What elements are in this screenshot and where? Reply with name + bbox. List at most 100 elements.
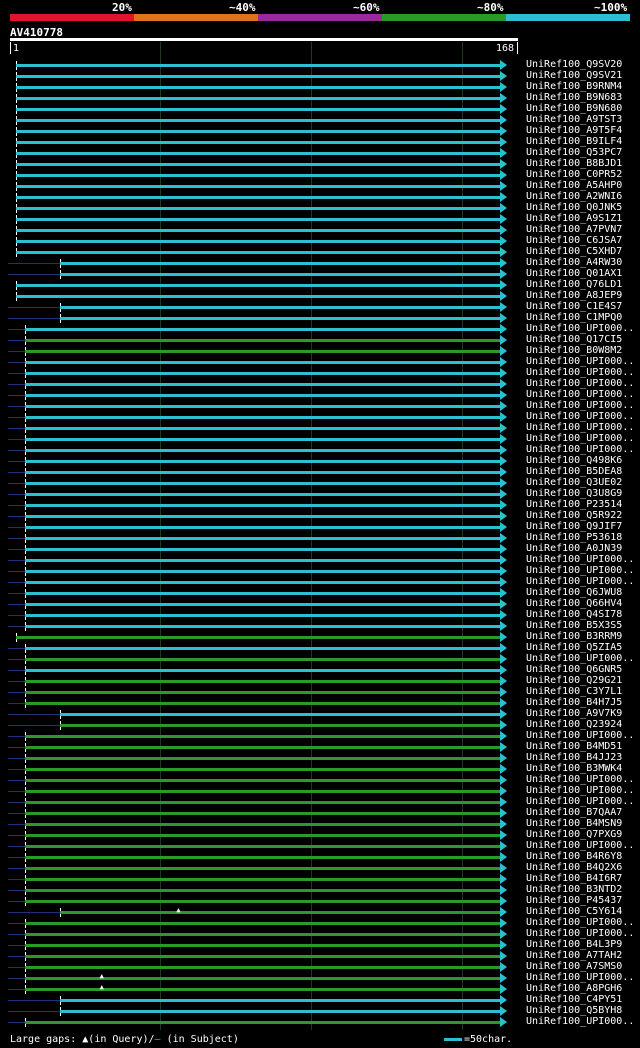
hit-name[interactable]: UniRef100_A8PGH6 bbox=[526, 983, 622, 994]
hit-name[interactable]: UniRef100_Q66HV4 bbox=[526, 598, 622, 609]
hit-name[interactable]: UniRef100_Q0JNK5 bbox=[526, 202, 622, 213]
hit-name[interactable]: UniRef100_C1E4S7 bbox=[526, 301, 622, 312]
alignment-bar[interactable] bbox=[24, 944, 501, 947]
hit-name[interactable]: UniRef100_Q01AX1 bbox=[526, 268, 622, 279]
alignment-bar[interactable] bbox=[24, 1021, 501, 1024]
hit-name[interactable]: UniRef100_Q6JWU8 bbox=[526, 587, 622, 598]
hit-name[interactable]: UniRef100_UPI000.. bbox=[526, 444, 634, 455]
alignment-bar[interactable] bbox=[24, 691, 501, 694]
alignment-bar[interactable] bbox=[24, 988, 501, 991]
alignment-bar[interactable] bbox=[60, 273, 501, 276]
alignment-bar[interactable] bbox=[24, 680, 501, 683]
alignment-bar[interactable] bbox=[24, 427, 501, 430]
alignment-bar[interactable] bbox=[16, 108, 501, 111]
alignment-bar[interactable] bbox=[24, 746, 501, 749]
alignment-bar[interactable] bbox=[24, 757, 501, 760]
alignment-bar[interactable] bbox=[16, 174, 501, 177]
alignment-bar[interactable] bbox=[24, 361, 501, 364]
hit-name[interactable]: UniRef100_B9ILF4 bbox=[526, 136, 622, 147]
hit-name[interactable]: UniRef100_A9TST3 bbox=[526, 114, 622, 125]
alignment-bar[interactable] bbox=[60, 999, 501, 1002]
hit-name[interactable]: UniRef100_A4RW30 bbox=[526, 257, 622, 268]
alignment-bar[interactable] bbox=[16, 240, 501, 243]
alignment-bar[interactable] bbox=[24, 559, 501, 562]
hit-name[interactable]: UniRef100_C0PR52 bbox=[526, 169, 622, 180]
alignment-bar[interactable] bbox=[24, 482, 501, 485]
hit-name[interactable]: UniRef100_UPI000.. bbox=[526, 367, 634, 378]
alignment-bar[interactable] bbox=[24, 823, 501, 826]
alignment-bar[interactable] bbox=[24, 614, 501, 617]
hit-name[interactable]: UniRef100_UPI000.. bbox=[526, 554, 634, 565]
alignment-bar[interactable] bbox=[60, 1010, 501, 1013]
hit-name[interactable]: UniRef100_Q3UE02 bbox=[526, 477, 622, 488]
alignment-bar[interactable] bbox=[24, 977, 501, 980]
alignment-bar[interactable] bbox=[24, 647, 501, 650]
hit-name[interactable]: UniRef100_A9V7K9 bbox=[526, 708, 622, 719]
alignment-bar[interactable] bbox=[24, 834, 501, 837]
hit-name[interactable]: UniRef100_Q4SI78 bbox=[526, 609, 622, 620]
hit-name[interactable]: UniRef100_C3Y7L1 bbox=[526, 686, 622, 697]
hit-name[interactable]: UniRef100_UPI000.. bbox=[526, 730, 634, 741]
hit-name[interactable]: UniRef100_B4L3P9 bbox=[526, 939, 622, 950]
hit-name[interactable]: UniRef100_C4PY51 bbox=[526, 994, 622, 1005]
hit-name[interactable]: UniRef100_UPI000.. bbox=[526, 378, 634, 389]
alignment-bar[interactable] bbox=[24, 955, 501, 958]
alignment-bar[interactable] bbox=[24, 735, 501, 738]
hit-name[interactable]: UniRef100_B9N683 bbox=[526, 92, 622, 103]
hit-name[interactable]: UniRef100_Q76LD1 bbox=[526, 279, 622, 290]
alignment-bar[interactable] bbox=[24, 416, 501, 419]
alignment-bar[interactable] bbox=[24, 372, 501, 375]
hit-name[interactable]: UniRef100_UPI000.. bbox=[526, 917, 634, 928]
alignment-bar[interactable] bbox=[60, 317, 501, 320]
alignment-bar[interactable] bbox=[24, 867, 501, 870]
alignment-bar[interactable] bbox=[24, 515, 501, 518]
hit-name[interactable]: UniRef100_A9T5F4 bbox=[526, 125, 622, 136]
hit-name[interactable]: UniRef100_B5DEA8 bbox=[526, 466, 622, 477]
alignment-bar[interactable] bbox=[24, 339, 501, 342]
alignment-bar[interactable] bbox=[24, 493, 501, 496]
alignment-bar[interactable] bbox=[16, 185, 501, 188]
hit-name[interactable]: UniRef100_B9RNM4 bbox=[526, 81, 622, 92]
alignment-bar[interactable] bbox=[16, 251, 501, 254]
hit-name[interactable]: UniRef100_UPI000.. bbox=[526, 1016, 634, 1027]
hit-name[interactable]: UniRef100_Q9SV20 bbox=[526, 59, 622, 70]
hit-name[interactable]: UniRef100_Q7PXG9 bbox=[526, 829, 622, 840]
alignment-bar[interactable] bbox=[24, 889, 501, 892]
alignment-bar[interactable] bbox=[16, 196, 501, 199]
hit-name[interactable]: UniRef100_UPI000.. bbox=[526, 785, 634, 796]
hit-name[interactable]: UniRef100_A9S1Z1 bbox=[526, 213, 622, 224]
hit-name[interactable]: UniRef100_B4MSN9 bbox=[526, 818, 622, 829]
alignment-bar[interactable] bbox=[24, 548, 501, 551]
hit-name[interactable]: UniRef100_B3NTD2 bbox=[526, 884, 622, 895]
alignment-bar[interactable] bbox=[16, 97, 501, 100]
alignment-bar[interactable] bbox=[24, 603, 501, 606]
hit-name[interactable]: UniRef100_UPI000.. bbox=[526, 422, 634, 433]
alignment-bar[interactable] bbox=[24, 581, 501, 584]
alignment-bar[interactable] bbox=[24, 350, 501, 353]
hit-name[interactable]: UniRef100_C5Y614 bbox=[526, 906, 622, 917]
hit-name[interactable]: UniRef100_Q6GNR5 bbox=[526, 664, 622, 675]
hit-name[interactable]: UniRef100_A2WNI6 bbox=[526, 191, 622, 202]
hit-name[interactable]: UniRef100_B3MWK4 bbox=[526, 763, 622, 774]
hit-name[interactable]: UniRef100_A0JN39 bbox=[526, 543, 622, 554]
hit-name[interactable]: UniRef100_B5X3S5 bbox=[526, 620, 622, 631]
hit-name[interactable]: UniRef100_UPI000.. bbox=[526, 576, 634, 587]
alignment-bar[interactable] bbox=[16, 64, 501, 67]
hit-name[interactable]: UniRef100_A7TAH2 bbox=[526, 950, 622, 961]
hit-name[interactable]: UniRef100_B4R6Y8 bbox=[526, 851, 622, 862]
alignment-bar[interactable] bbox=[16, 75, 501, 78]
alignment-bar[interactable] bbox=[24, 845, 501, 848]
alignment-bar[interactable] bbox=[24, 394, 501, 397]
hit-name[interactable]: UniRef100_UPI000.. bbox=[526, 323, 634, 334]
alignment-bar[interactable] bbox=[60, 262, 501, 265]
hit-name[interactable]: UniRef100_Q3U8G9 bbox=[526, 488, 622, 499]
hit-name[interactable]: UniRef100_B0W8M2 bbox=[526, 345, 622, 356]
hit-name[interactable]: UniRef100_UPI000.. bbox=[526, 400, 634, 411]
hit-name[interactable]: UniRef100_UPI000.. bbox=[526, 411, 634, 422]
alignment-bar[interactable] bbox=[60, 724, 501, 727]
hit-name[interactable]: UniRef100_UPI000.. bbox=[526, 389, 634, 400]
hit-name[interactable]: UniRef100_A5AHP0 bbox=[526, 180, 622, 191]
alignment-bar[interactable] bbox=[24, 592, 501, 595]
alignment-bar[interactable] bbox=[24, 504, 501, 507]
alignment-bar[interactable] bbox=[60, 713, 501, 716]
